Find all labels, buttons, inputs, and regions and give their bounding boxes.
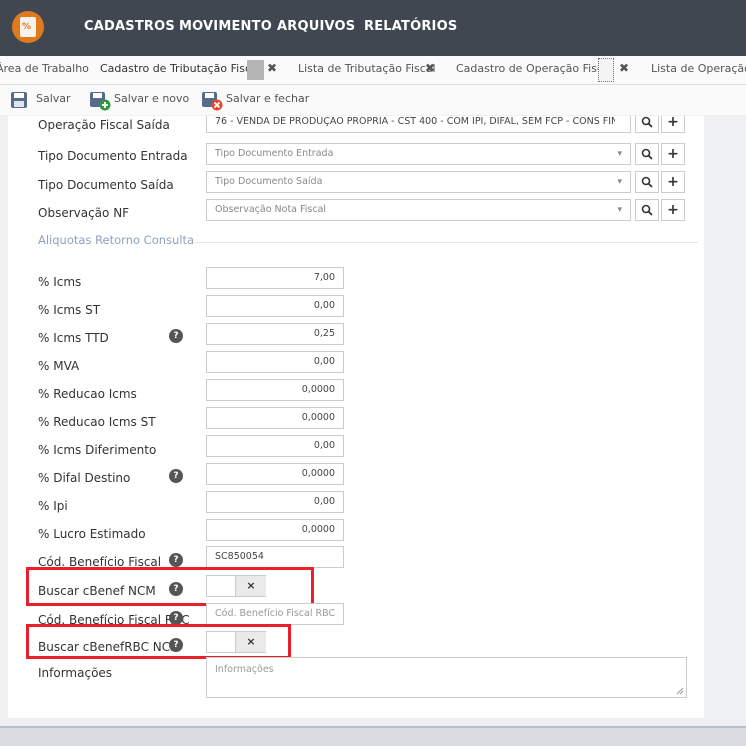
resize-handle-icon[interactable]	[676, 687, 684, 695]
icms-ttd-input[interactable]: 0,25	[206, 323, 344, 345]
label-lucro-estimado: % Lucro Estimado	[38, 527, 146, 541]
chevron-down-icon: ▾	[617, 177, 622, 187]
save-button[interactable]: Salvar	[36, 92, 71, 105]
mva-input[interactable]: 0,00	[206, 351, 344, 373]
tab-cadastro-tributacao[interactable]: Cadastro de Tributação Fiscal	[100, 62, 261, 75]
add-button[interactable]: +	[661, 116, 685, 133]
menu-arquivos[interactable]: ARQUIVOS	[277, 19, 355, 34]
menu-cadastros[interactable]: CADASTROS	[84, 19, 175, 34]
save-new-button[interactable]: Salvar e novo	[114, 92, 189, 105]
save-new-icon[interactable]	[89, 91, 111, 111]
tab-drag-placeholder	[247, 60, 264, 80]
label-difal-destino: % Difal Destino	[38, 471, 131, 485]
label-icms: % Icms	[38, 275, 82, 289]
reducao-icms-input[interactable]: 0,0000	[206, 379, 344, 401]
add-button[interactable]: +	[661, 143, 685, 165]
top-navbar: % CADASTROS MOVIMENTO ARQUIVOS RELATÓRIO…	[0, 0, 746, 56]
toolbar: Salvar Salvar e novo Salvar e fechar	[0, 85, 746, 115]
label-mva: % MVA	[38, 359, 80, 373]
help-icon[interactable]: ?	[169, 329, 183, 343]
observacao-nf-select[interactable]: Observação Nota Fiscal ▾	[206, 199, 631, 221]
close-icon[interactable]: ✖	[425, 61, 435, 75]
label-icms-diferimento: % Icms Diferimento	[38, 443, 157, 457]
label-reducao-icms-st: % Reducao Icms ST	[38, 415, 156, 429]
footer-bar	[0, 726, 746, 746]
label-ipi: % Ipi	[38, 499, 68, 513]
document-icon: %	[20, 17, 36, 37]
highlight-box	[26, 567, 314, 606]
label-tipo-doc-entrada: Tipo Documento Entrada	[38, 149, 188, 163]
lucro-estimado-input[interactable]: 0,0000	[206, 519, 344, 541]
menu-movimento[interactable]: MOVIMENTO	[179, 19, 272, 34]
search-button[interactable]	[635, 116, 659, 133]
search-icon	[641, 148, 653, 160]
close-icon[interactable]: ✖	[619, 61, 629, 75]
label-tipo-doc-saida: Tipo Documento Saída	[38, 178, 174, 192]
help-icon[interactable]: ?	[169, 469, 183, 483]
tab-area-de-trabalho[interactable]: Área de Trabalho	[0, 62, 89, 75]
highlight-box	[26, 624, 291, 659]
search-icon	[641, 204, 653, 216]
tab-lista-operacao[interactable]: Lista de Operação F	[651, 62, 746, 75]
label-informacoes: Informações	[38, 666, 113, 680]
tipo-doc-saida-select[interactable]: Tipo Documento Saída ▾	[206, 171, 631, 193]
form-panel: Operação Fiscal Saída 76 - VENDA DE PROD…	[8, 116, 704, 718]
informacoes-textarea[interactable]: Informações	[206, 657, 687, 698]
app-logo[interactable]: %	[12, 11, 44, 43]
help-icon[interactable]: ?	[169, 611, 183, 625]
icms-st-input[interactable]: 0,00	[206, 295, 344, 317]
ipi-input[interactable]: 0,00	[206, 491, 344, 513]
label-reducao-icms: % Reducao Icms	[38, 387, 137, 401]
chevron-down-icon: ▾	[617, 149, 622, 159]
cod-beneficio-input[interactable]: SC850054	[206, 546, 344, 568]
search-icon	[641, 176, 653, 188]
tab-bar: Área de Trabalho Cadastro de Tributação …	[0, 56, 746, 85]
label-icms-st: % Icms ST	[38, 303, 101, 317]
section-divider	[194, 242, 698, 243]
help-icon[interactable]: ?	[169, 553, 183, 567]
search-icon	[641, 116, 653, 128]
search-button[interactable]	[635, 171, 659, 193]
tipo-doc-entrada-select[interactable]: Tipo Documento Entrada ▾	[206, 143, 631, 165]
label-operacao-saida: Operação Fiscal Saída	[38, 118, 170, 132]
save-close-button[interactable]: Salvar e fechar	[226, 92, 309, 105]
section-title: Aliquotas Retorno Consulta	[38, 233, 195, 247]
search-button[interactable]	[635, 143, 659, 165]
resize-grip-icon[interactable]	[598, 58, 614, 82]
difal-destino-input[interactable]: 0,0000	[206, 463, 344, 485]
save-close-icon[interactable]	[201, 91, 223, 111]
add-button[interactable]: +	[661, 171, 685, 193]
close-icon[interactable]: ✖	[267, 61, 277, 75]
reducao-icms-st-input[interactable]: 0,0000	[206, 407, 344, 429]
chevron-down-icon: ▾	[617, 205, 622, 215]
menu-relatorios[interactable]: RELATÓRIOS	[364, 19, 457, 34]
icms-input[interactable]: 7,00	[206, 267, 344, 289]
search-button[interactable]	[635, 199, 659, 221]
cod-beneficio-rbc-input[interactable]: Cód. Benefício Fiscal RBC	[206, 603, 344, 625]
tab-lista-tributacao[interactable]: Lista de Tributação Fiscal	[298, 62, 436, 75]
label-observacao-nf: Observação NF	[38, 206, 130, 220]
save-icon[interactable]	[10, 91, 28, 109]
icms-diferimento-input[interactable]: 0,00	[206, 435, 344, 457]
label-icms-ttd: % Icms TTD	[38, 331, 109, 345]
tab-cadastro-operacao[interactable]: Cadastro de Operação Fiscal	[456, 62, 613, 75]
add-button[interactable]: +	[661, 199, 685, 221]
operacao-saida-select[interactable]: 76 - VENDA DE PRODUÇÃO PRÓPRIA - CST 400…	[206, 116, 631, 133]
